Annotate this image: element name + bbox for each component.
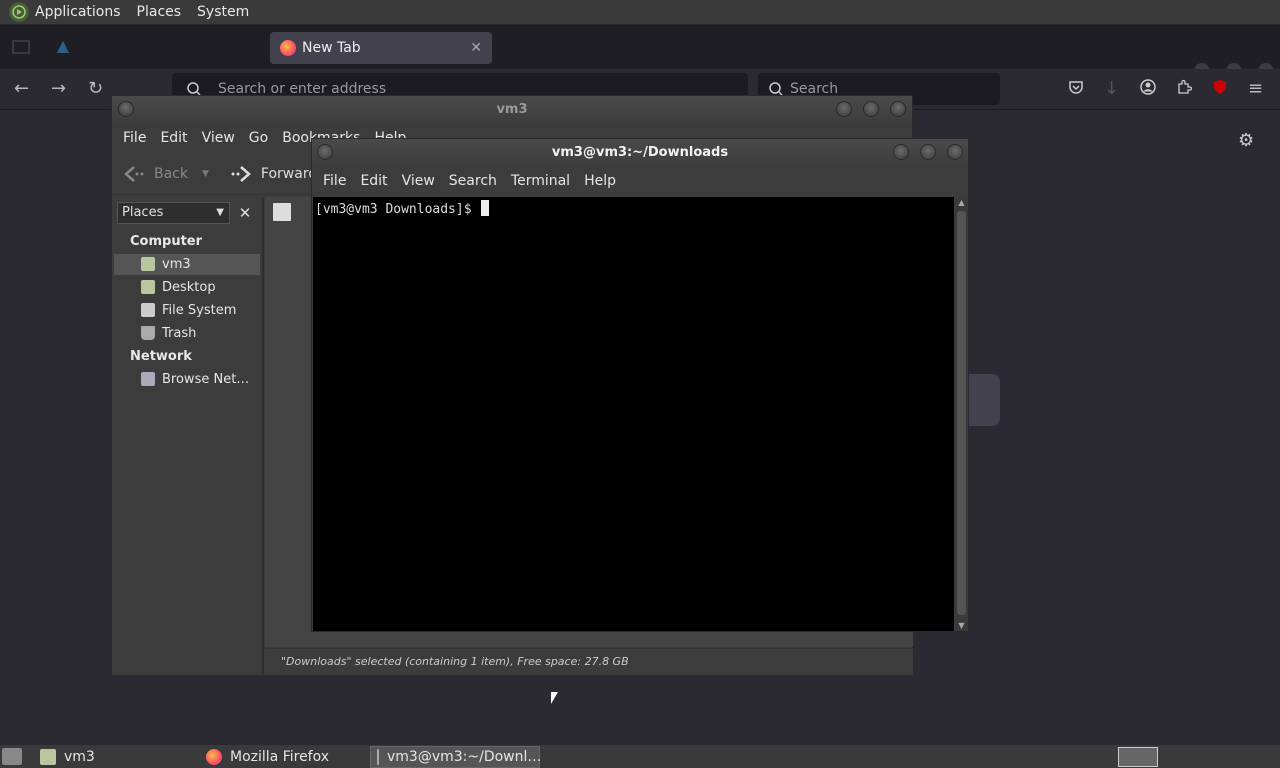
forward-arrow-icon	[231, 165, 251, 182]
sidebar-item-trash[interactable]: Trash	[114, 323, 260, 344]
scrollbar-thumb[interactable]	[957, 211, 966, 615]
terminal-output[interactable]: [vm3@vm3 Downloads]$	[313, 197, 954, 631]
workspace-switcher[interactable]	[1118, 747, 1158, 767]
window-menu-icon[interactable]	[118, 101, 134, 117]
menu-help[interactable]: Help	[584, 173, 616, 189]
extensions-icon[interactable]	[1176, 79, 1193, 100]
window-title: vm3	[496, 102, 528, 117]
reload-icon[interactable]: ↻	[88, 79, 103, 99]
menu-file[interactable]: File	[123, 130, 146, 146]
chevron-down-icon: ▼	[216, 207, 224, 218]
drive-icon	[141, 303, 155, 317]
mouse-pointer-icon	[551, 692, 558, 704]
back-dropdown-icon[interactable]: ▼	[202, 169, 209, 179]
terminal-scrollbar[interactable]: ▲ ▼	[955, 197, 968, 631]
places-sidebar: Places ▼ ✕ Computer vm3 Desktop File Sys…	[112, 197, 264, 675]
shell-prompt: [vm3@vm3 Downloads]$	[315, 202, 480, 217]
menu-view[interactable]: View	[202, 130, 235, 146]
text-cursor	[481, 200, 490, 216]
firefox-icon	[280, 40, 296, 56]
menu-file[interactable]: File	[323, 173, 346, 189]
close-icon[interactable]	[890, 101, 906, 117]
gear-icon[interactable]: ⚙	[1238, 130, 1254, 151]
desktop-folder-icon	[141, 280, 155, 294]
minimize-icon[interactable]	[836, 101, 852, 117]
sidebar-item-file-system[interactable]: File System	[114, 300, 260, 321]
menu-go[interactable]: Go	[249, 130, 268, 146]
tab-label: New Tab	[302, 40, 361, 56]
home-folder-icon	[141, 257, 155, 271]
sidebar-item-label: Browse Net…	[162, 372, 250, 387]
close-sidebar-icon[interactable]: ✕	[234, 202, 256, 224]
sidebar-heading-network: Network	[130, 349, 192, 364]
document-icon[interactable]	[273, 203, 291, 221]
sidebar-item-label: File System	[162, 303, 237, 318]
close-tab-icon[interactable]: ✕	[470, 40, 482, 56]
taskbar-label: vm3	[64, 749, 95, 765]
sidebar-item-vm3[interactable]: vm3	[114, 254, 260, 275]
forward-label: Forward	[260, 165, 318, 182]
forward-button[interactable]: Forward	[229, 165, 317, 183]
firefox-tab-strip	[0, 25, 1280, 79]
terminal-window: vm3@vm3:~/Downloads File Edit View Searc…	[311, 138, 969, 632]
maximize-icon[interactable]	[920, 144, 936, 160]
taskbar-item-firefox[interactable]: Mozilla Firefox	[200, 746, 366, 768]
pocket-icon[interactable]	[1068, 79, 1084, 100]
sidebar-item-browse-network[interactable]: Browse Net…	[114, 369, 260, 390]
hamburger-menu-icon[interactable]: ≡	[1248, 79, 1263, 99]
menu-view[interactable]: View	[402, 173, 435, 189]
tab-overview-icon[interactable]	[12, 33, 30, 61]
new-tab-card	[966, 374, 1000, 426]
menu-search[interactable]: Search	[449, 173, 497, 189]
menu-terminal[interactable]: Terminal	[511, 173, 570, 189]
back-arrow-icon[interactable]: ←	[14, 79, 29, 99]
forward-arrow-icon[interactable]: →	[51, 79, 66, 99]
close-icon[interactable]	[947, 144, 963, 160]
sidebar-item-desktop[interactable]: Desktop	[114, 277, 260, 298]
taskbar-item-file-manager[interactable]: vm3	[34, 746, 196, 768]
bottom-panel: vm3 Mozilla Firefox vm3@vm3:~/Downl…	[0, 744, 1280, 768]
sidebar-item-label: vm3	[162, 257, 191, 272]
back-arrow-icon	[124, 165, 144, 182]
sidebar-heading-computer: Computer	[130, 234, 203, 249]
taskbar-label: vm3@vm3:~/Downl…	[387, 749, 542, 765]
scroll-down-icon[interactable]: ▼	[957, 621, 966, 630]
maximize-icon[interactable]	[863, 101, 879, 117]
top-panel: Applications Places System	[0, 0, 1280, 25]
scroll-up-icon[interactable]: ▲	[957, 198, 966, 207]
terminal-menubar: File Edit View Search Terminal Help	[312, 166, 968, 196]
places-dropdown[interactable]: Places ▼	[117, 202, 230, 224]
show-desktop-icon[interactable]	[2, 748, 22, 765]
ublock-icon[interactable]	[1212, 79, 1228, 100]
places-menu[interactable]: Places	[137, 4, 182, 20]
taskbar-item-terminal[interactable]: vm3@vm3:~/Downl…	[370, 746, 542, 768]
menu-edit[interactable]: Edit	[160, 130, 187, 146]
sidebar-item-label: Desktop	[162, 280, 216, 295]
trash-icon	[141, 326, 155, 340]
taskbar-label: Mozilla Firefox	[230, 749, 330, 765]
places-label: Places	[122, 205, 164, 220]
minimize-icon[interactable]	[893, 144, 909, 160]
back-label: Back	[154, 165, 188, 182]
window-title: vm3@vm3:~/Downloads	[551, 145, 729, 160]
tab-new-tab[interactable]: New Tab ✕	[270, 32, 492, 64]
mate-logo-icon[interactable]	[9, 2, 29, 22]
status-bar: "Downloads" selected (containing 1 item)…	[265, 648, 913, 675]
account-icon[interactable]	[1140, 79, 1156, 100]
system-menu[interactable]: System	[197, 4, 249, 20]
terminal-titlebar[interactable]: vm3@vm3:~/Downloads	[312, 139, 968, 166]
faded-tab-icon[interactable]	[56, 33, 70, 61]
menu-edit[interactable]: Edit	[360, 173, 387, 189]
network-icon	[141, 372, 155, 386]
applications-menu[interactable]: Applications	[35, 4, 121, 20]
window-menu-icon[interactable]	[317, 144, 333, 160]
home-folder-icon	[40, 749, 56, 765]
terminal-icon	[377, 749, 379, 765]
firefox-icon	[206, 749, 222, 765]
file-manager-titlebar[interactable]: vm3	[112, 96, 912, 123]
back-button[interactable]: Back ▼	[122, 165, 209, 183]
sidebar-item-label: Trash	[162, 326, 197, 341]
download-icon[interactable]: ↓	[1104, 79, 1119, 99]
